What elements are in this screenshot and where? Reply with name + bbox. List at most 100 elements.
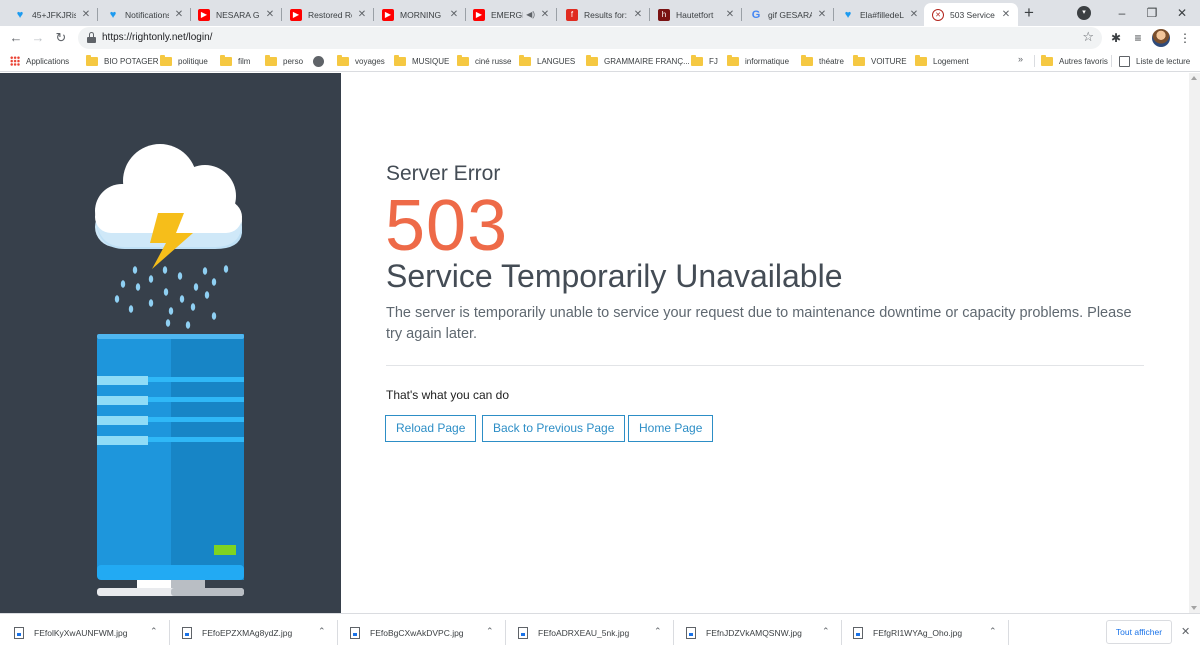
tab-close-icon[interactable]: ✕ bbox=[724, 9, 736, 20]
reload-page-button[interactable]: Reload Page bbox=[385, 415, 477, 442]
browser-tab[interactable]: ▶ MORNING B ✕ bbox=[374, 3, 466, 26]
bookmark-folder[interactable]: politique bbox=[160, 54, 208, 68]
image-file-icon bbox=[350, 626, 360, 639]
twitter-icon: ♥ bbox=[844, 8, 852, 21]
window-close-icon[interactable]: ✕ bbox=[1168, 3, 1196, 23]
download-options-chevron-icon[interactable]: ⌃ bbox=[654, 626, 662, 637]
tab-close-icon[interactable]: ✕ bbox=[1000, 9, 1012, 20]
tab-title: Ela#filledeLu bbox=[860, 9, 904, 20]
bookmark-label: VOITURE bbox=[871, 56, 907, 66]
download-options-chevron-icon[interactable]: ⌃ bbox=[150, 626, 158, 637]
youtube-icon: ▶ bbox=[290, 8, 302, 21]
close-shelf-icon[interactable]: ✕ bbox=[1181, 625, 1190, 638]
bookmark-folder[interactable]: Logement bbox=[915, 54, 969, 68]
download-item[interactable]: FEfnJDZVkAMQSNW.jpg bbox=[686, 614, 802, 651]
folder-icon bbox=[586, 54, 598, 66]
audio-playing-icon[interactable]: ◀) bbox=[526, 10, 535, 19]
profile-avatar[interactable] bbox=[1152, 29, 1170, 47]
tab-close-icon[interactable]: ✕ bbox=[80, 9, 92, 20]
back-arrow-icon[interactable]: ← bbox=[6, 28, 26, 48]
home-page-button[interactable]: Home Page bbox=[628, 415, 714, 442]
browser-tab[interactable]: ♥ 45+JFKJRisal ✕ bbox=[6, 3, 98, 26]
error-label: Server Error bbox=[386, 162, 501, 185]
bookmark-label: GRAMMAIRE FRANÇ... bbox=[604, 56, 690, 66]
download-filename: FEfolKyXwAUNFWM.jpg bbox=[34, 627, 128, 638]
tab-close-icon[interactable]: ✕ bbox=[264, 9, 276, 20]
bookmark-globe[interactable] bbox=[313, 54, 330, 68]
browser-tab[interactable]: ▶ Restored Re ✕ bbox=[282, 3, 374, 26]
tab-close-icon[interactable]: ✕ bbox=[448, 9, 460, 20]
download-item[interactable]: FEfoEPZXMAg8ydZ.jpg bbox=[182, 614, 292, 651]
browser-tab[interactable]: h Hautetfort ✕ bbox=[650, 3, 742, 26]
bookmarks-overflow-chevron[interactable]: » bbox=[1018, 54, 1023, 64]
download-separator bbox=[841, 620, 842, 645]
bookmark-folder[interactable]: ciné russe bbox=[457, 54, 511, 68]
bookmark-label: Logement bbox=[933, 56, 969, 66]
bookmark-label: Applications bbox=[26, 56, 70, 66]
lock-icon[interactable] bbox=[87, 32, 96, 43]
bookmark-folder[interactable]: théatre bbox=[801, 54, 844, 68]
browser-tab[interactable]: ♥ Notifications ✕ bbox=[99, 3, 191, 26]
download-filename: FEfoADRXEAU_5nk.jpg bbox=[538, 627, 630, 638]
image-file-icon bbox=[853, 626, 863, 639]
extensions-icon[interactable]: ✱ bbox=[1107, 29, 1125, 47]
browser-tab[interactable]: ♥ Ela#filledeLu ✕ bbox=[834, 3, 926, 26]
download-options-chevron-icon[interactable]: ⌃ bbox=[822, 626, 830, 637]
bookmark-folder[interactable]: FJ bbox=[691, 54, 718, 68]
bookmark-folder[interactable]: GRAMMAIRE FRANÇ... bbox=[586, 54, 690, 68]
bookmark-folder[interactable]: film bbox=[220, 54, 250, 68]
browser-tab[interactable]: f Results for: V ✕ bbox=[558, 3, 650, 26]
reading-list-button[interactable]: Liste de lecture bbox=[1119, 54, 1190, 68]
bookmark-star-icon[interactable]: ☆ bbox=[1082, 29, 1094, 45]
twitter-icon: ♥ bbox=[109, 8, 117, 21]
minimize-icon[interactable]: – bbox=[1108, 3, 1136, 23]
bookmark-folder[interactable]: informatique bbox=[727, 54, 789, 68]
download-item[interactable]: FEfoBgCXwAkDVPC.jpg bbox=[350, 614, 464, 651]
restore-icon[interactable]: ❐ bbox=[1138, 3, 1166, 23]
bookmark-folder[interactable]: LANGUES bbox=[519, 54, 575, 68]
media-control-icon[interactable]: ≡ bbox=[1129, 29, 1147, 47]
browser-tab[interactable]: ▶ EMERGE◀) ✕ bbox=[465, 3, 557, 26]
reload-icon[interactable]: ↻ bbox=[51, 28, 71, 48]
bookmarks-separator bbox=[1034, 55, 1035, 67]
browser-toolbar: ← → ↻ https://rightonly.net/login/ ☆ ✱ ≡… bbox=[0, 26, 1200, 50]
folder-icon bbox=[457, 54, 469, 66]
tab-close-icon[interactable]: ✕ bbox=[908, 9, 920, 20]
bookmark-label: théatre bbox=[819, 56, 844, 66]
browser-tab[interactable]: Ggif GESARA ✕ bbox=[742, 3, 834, 26]
tab-close-icon[interactable]: ✕ bbox=[173, 9, 185, 20]
bookmark-folder[interactable]: perso bbox=[265, 54, 303, 68]
download-item[interactable]: FEfolKyXwAUNFWM.jpg bbox=[14, 614, 128, 651]
tab-title: Notifications bbox=[125, 9, 169, 20]
download-options-chevron-icon[interactable]: ⌃ bbox=[989, 626, 997, 637]
tab-search-icon[interactable]: ▾ bbox=[1077, 6, 1091, 20]
tab-close-icon[interactable]: ✕ bbox=[816, 9, 828, 20]
scroll-down-icon[interactable] bbox=[1191, 606, 1197, 610]
download-item[interactable]: FEfoADRXEAU_5nk.jpg bbox=[518, 614, 629, 651]
url-text[interactable]: https://rightonly.net/login/ bbox=[102, 32, 212, 43]
tab-close-icon[interactable]: ✕ bbox=[356, 9, 368, 20]
new-tab-button[interactable]: + bbox=[1020, 4, 1038, 22]
folder-icon bbox=[519, 54, 531, 66]
browser-tab[interactable]: ✕ 503 Service T ✕ bbox=[924, 3, 1018, 26]
bookmark-other-favorites[interactable]: Autres favoris bbox=[1041, 54, 1108, 68]
bookmark-folder[interactable]: MUSIQUE bbox=[394, 54, 449, 68]
bookmark-folder[interactable]: BIO POTAGER bbox=[86, 54, 159, 68]
tab-close-icon[interactable]: ✕ bbox=[539, 9, 551, 20]
vertical-scrollbar[interactable] bbox=[1189, 73, 1200, 613]
back-to-previous-page-button[interactable]: Back to Previous Page bbox=[482, 415, 626, 442]
show-all-downloads-button[interactable]: Tout afficher bbox=[1106, 620, 1172, 644]
download-options-chevron-icon[interactable]: ⌃ bbox=[486, 626, 494, 637]
menu-kebab-icon[interactable]: ⋮ bbox=[1176, 29, 1194, 47]
tab-close-icon[interactable]: ✕ bbox=[632, 9, 644, 20]
forward-arrow-icon[interactable]: → bbox=[28, 28, 48, 48]
scroll-up-icon[interactable] bbox=[1191, 76, 1197, 80]
bookmark-folder[interactable]: voyages bbox=[337, 54, 385, 68]
download-options-chevron-icon[interactable]: ⌃ bbox=[318, 626, 326, 637]
bookmark-folder[interactable]: VOITURE bbox=[853, 54, 907, 68]
bookmark-apps[interactable]: Applications bbox=[10, 54, 69, 68]
results-icon: f bbox=[566, 8, 578, 21]
download-item[interactable]: FEfgRI1WYAg_Oho.jpg bbox=[853, 614, 962, 651]
address-bar[interactable]: https://rightonly.net/login/ ☆ bbox=[78, 27, 1102, 49]
browser-tab[interactable]: ▶ NESARA GES ✕ bbox=[190, 3, 282, 26]
